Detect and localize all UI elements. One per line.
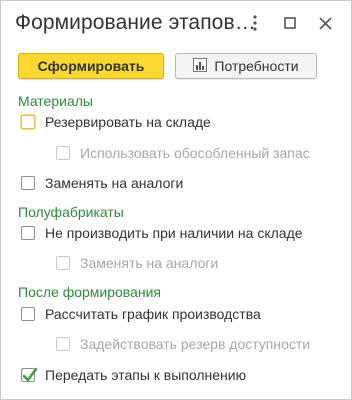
- window-title: Формирование этапов…: [15, 11, 256, 34]
- replace-materials-checkbox[interactable]: [21, 176, 35, 190]
- use-reserve-option[interactable]: Задействовать резерв доступности: [56, 334, 310, 354]
- use-separate-option[interactable]: Использовать обособленный запас: [56, 143, 310, 163]
- reserve-option[interactable]: Резервировать на складе: [21, 112, 211, 132]
- dialog-window: Формирование этапов… Сформировать Потреб…: [0, 0, 352, 400]
- replace-semi-option[interactable]: Заменять на аналоги: [56, 253, 218, 273]
- close-icon[interactable]: [315, 13, 335, 33]
- group-title-materials: Материалы: [18, 93, 93, 109]
- reserve-checkbox[interactable]: [21, 115, 35, 129]
- schedule-label[interactable]: Рассчитать график производства: [45, 306, 261, 322]
- needs-button-label: Потребности: [214, 58, 299, 74]
- replace-materials-option[interactable]: Заменять на аналоги: [21, 173, 183, 193]
- no-produce-option[interactable]: Не производить при наличии на складе: [21, 223, 303, 243]
- no-produce-checkbox[interactable]: [21, 226, 35, 240]
- transfer-option[interactable]: Передать этапы к выполнению: [21, 365, 246, 385]
- form-button-label: Сформировать: [37, 58, 145, 74]
- use-reserve-label[interactable]: Задействовать резерв доступности: [80, 336, 310, 352]
- schedule-option[interactable]: Рассчитать график производства: [21, 304, 261, 324]
- titlebar: Формирование этапов…: [1, 1, 351, 47]
- replace-materials-label[interactable]: Заменять на аналоги: [45, 175, 183, 191]
- group-title-semi: Полуфабрикаты: [18, 204, 124, 220]
- schedule-checkbox[interactable]: [21, 307, 35, 321]
- needs-button[interactable]: Потребности: [175, 53, 317, 79]
- checkmark-icon: [22, 367, 38, 382]
- use-separate-label[interactable]: Использовать обособленный запас: [80, 145, 310, 161]
- transfer-checkbox[interactable]: [21, 367, 38, 382]
- more-options-icon[interactable]: [245, 13, 265, 33]
- use-separate-checkbox[interactable]: [56, 146, 70, 160]
- maximize-icon[interactable]: [280, 13, 300, 33]
- reserve-label[interactable]: Резервировать на складе: [45, 114, 211, 130]
- use-reserve-checkbox[interactable]: [56, 337, 70, 351]
- group-title-after: После формирования: [18, 284, 162, 300]
- no-produce-label[interactable]: Не производить при наличии на складе: [45, 225, 303, 241]
- form-button[interactable]: Сформировать: [18, 53, 164, 79]
- replace-semi-label[interactable]: Заменять на аналоги: [80, 255, 218, 271]
- bar-chart-icon: [193, 57, 208, 75]
- transfer-label[interactable]: Передать этапы к выполнению: [45, 367, 246, 383]
- replace-semi-checkbox[interactable]: [56, 256, 70, 270]
